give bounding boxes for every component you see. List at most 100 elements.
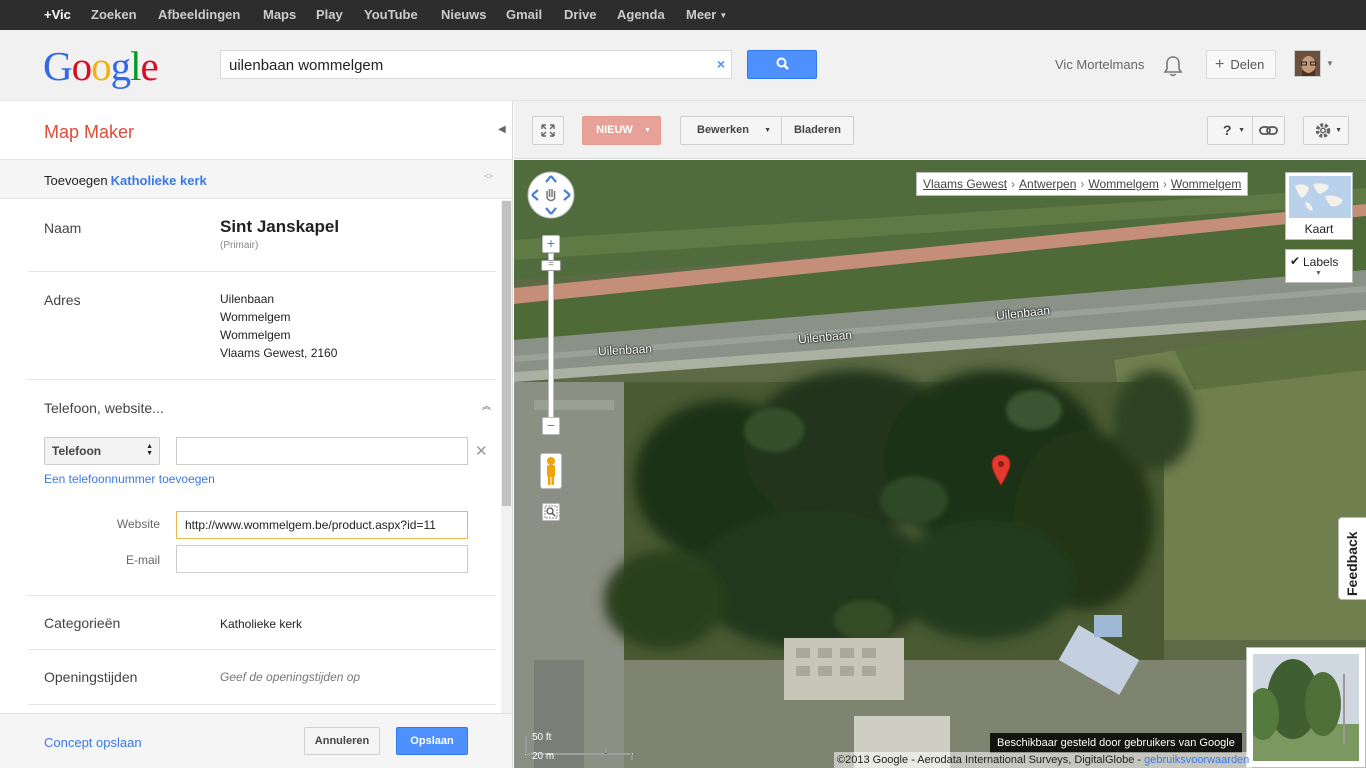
map-toolbar: NIEUW ▼ Bewerken ▼ Bladeren ? ▼ ▼ xyxy=(514,101,1366,159)
settings-button[interactable]: ▼ xyxy=(1303,116,1349,145)
new-button[interactable]: NIEUW ▼ xyxy=(582,116,661,145)
address-label: Adres xyxy=(44,292,81,308)
meer-label: Meer xyxy=(686,7,717,22)
email-input[interactable] xyxy=(176,545,468,573)
zoom-track[interactable] xyxy=(548,253,554,418)
plus-icon: + xyxy=(1215,56,1225,73)
topbar-item-meer[interactable]: Meer ▼ xyxy=(686,0,727,30)
help-icon: ? xyxy=(1223,122,1232,138)
place-name[interactable]: Sint Janskapel xyxy=(220,217,339,237)
edit-label: Bewerken xyxy=(697,124,749,136)
chevron-down-icon: ▼ xyxy=(764,127,771,134)
zoom-out-button[interactable]: − xyxy=(542,417,560,435)
cancel-button[interactable]: Annuleren xyxy=(304,727,380,755)
topbar-item-drive[interactable]: Drive xyxy=(564,0,597,30)
website-input[interactable]: http://www.wommelgem.be/product.aspx?id=… xyxy=(176,511,468,539)
scrollbar-thumb[interactable] xyxy=(502,201,511,506)
map-scale: 50 ft 20 m xyxy=(524,730,636,764)
link-icon xyxy=(1259,126,1278,135)
add-phone-link[interactable]: Een telefoonnummer toevoegen xyxy=(44,472,215,486)
edit-button[interactable]: Bewerken ▼ xyxy=(680,116,782,145)
name-primary-note: (Primair) xyxy=(220,240,259,251)
address-line: Wommelgem xyxy=(220,328,291,342)
zoom-in-button[interactable]: + xyxy=(542,235,560,253)
user-contributed-attribution: Beschikbaar gesteld door gebruikers van … xyxy=(990,733,1242,753)
street-view-photo xyxy=(1247,654,1359,761)
search-icon xyxy=(776,57,789,70)
chevron-down-icon: ▼ xyxy=(1315,270,1322,277)
topbar-item-play[interactable]: Play xyxy=(316,0,343,30)
save-button[interactable]: Opslaan xyxy=(396,727,468,755)
address-line: Uilenbaan xyxy=(220,292,275,306)
divider xyxy=(28,271,496,272)
expand-collapse-icon[interactable]: ︿ ﹀ xyxy=(484,169,493,185)
fullscreen-button[interactable] xyxy=(532,116,564,145)
map-type-toggle[interactable]: Kaart xyxy=(1285,172,1353,240)
topbar-item-maps[interactable]: Maps xyxy=(263,0,296,30)
share-button[interactable]: + Delen xyxy=(1206,50,1276,79)
user-name[interactable]: Vic Mortelmans xyxy=(1055,57,1144,72)
magnifier-icon xyxy=(544,505,558,519)
topbar-item-afbeeldingen[interactable]: Afbeeldingen xyxy=(158,0,240,30)
browse-button[interactable]: Bladeren xyxy=(781,116,854,145)
remove-phone-icon[interactable]: ✕ xyxy=(475,442,488,460)
topbar-item-plus-vic[interactable]: +Vic xyxy=(44,0,71,30)
satellite-map[interactable]: + = − Vlaams Gewest › Antwerpen › Wommelgem ›… xyxy=(514,160,1366,768)
save-draft-link[interactable]: Concept opslaan xyxy=(44,735,142,750)
chevron-up-icon[interactable]: ︽ xyxy=(482,399,491,412)
categories-label: Categorieën xyxy=(44,615,121,631)
hours-placeholder[interactable]: Geef de openingstijden op xyxy=(220,670,360,684)
feedback-tab[interactable]: Feedback xyxy=(1338,517,1366,600)
feedback-label: Feedback xyxy=(1344,531,1360,596)
notification-bell-icon[interactable] xyxy=(1162,54,1184,78)
clear-search-icon[interactable]: × xyxy=(717,56,725,72)
search-input[interactable] xyxy=(229,56,699,74)
gear-icon xyxy=(1315,123,1331,138)
add-category-link[interactable]: Katholieke kerk xyxy=(111,173,207,188)
breadcrumb-item[interactable]: Vlaams Gewest xyxy=(923,177,1007,191)
topbar-item-gmail[interactable]: Gmail xyxy=(506,0,542,30)
select-arrows-icon: ▲ ▼ xyxy=(146,443,153,457)
topbar-item-youtube[interactable]: YouTube xyxy=(364,0,418,30)
topbar-item-nieuws[interactable]: Nieuws xyxy=(441,0,487,30)
avatar[interactable] xyxy=(1294,50,1321,77)
pan-control[interactable] xyxy=(526,170,576,220)
world-map-thumbnail xyxy=(1289,176,1351,218)
phone-type-value: Telefoon xyxy=(52,444,102,458)
google-logo[interactable]: Google xyxy=(43,43,159,89)
address-line: Vlaams Gewest, 2160 xyxy=(220,346,338,360)
topbar-item-zoeken[interactable]: Zoeken xyxy=(91,0,137,30)
zoom-slider-handle[interactable]: = xyxy=(541,260,561,271)
google-top-bar: +Vic Zoeken Afbeeldingen Maps Play YouTu… xyxy=(0,0,1366,30)
street-view-pegman[interactable] xyxy=(540,453,562,489)
categories-value[interactable]: Katholieke kerk xyxy=(220,615,302,633)
topbar-item-agenda[interactable]: Agenda xyxy=(617,0,665,30)
name-label: Naam xyxy=(44,220,82,236)
account-menu-chevron-icon[interactable]: ▼ xyxy=(1326,59,1334,68)
zoom-area-button[interactable] xyxy=(542,503,560,521)
header: Google × Vic Mortelmans + Delen ▼ xyxy=(0,30,1366,101)
divider xyxy=(28,379,496,380)
phone-section-label[interactable]: Telefoon, website... xyxy=(44,400,164,416)
expand-icon xyxy=(541,124,555,137)
search-button[interactable] xyxy=(747,50,817,79)
phone-type-select[interactable]: Telefoon ▲ ▼ xyxy=(44,437,160,465)
phone-input[interactable] xyxy=(176,437,468,465)
labels-label: Labels xyxy=(1303,255,1339,269)
breadcrumb-item[interactable]: Antwerpen xyxy=(1019,177,1076,191)
email-label: E-mail xyxy=(125,553,160,567)
link-button[interactable] xyxy=(1252,116,1285,145)
location-marker-icon[interactable] xyxy=(991,454,1011,486)
pegman-icon xyxy=(547,457,555,485)
help-button[interactable]: ? ▼ xyxy=(1207,116,1253,145)
collapse-panel-icon[interactable]: ◀ xyxy=(498,124,506,135)
terms-link[interactable]: gebruiksvoorwaarden xyxy=(1144,754,1249,766)
breadcrumb-item[interactable]: Wommelgem xyxy=(1171,177,1241,191)
breadcrumb-item[interactable]: Wommelgem xyxy=(1088,177,1158,191)
street-view-thumbnail[interactable] xyxy=(1246,647,1366,768)
labels-toggle[interactable]: ✔ Labels ▼ xyxy=(1285,249,1353,283)
checkmark-icon: ✔ xyxy=(1290,254,1301,268)
address-line: Wommelgem xyxy=(220,310,291,324)
map-type-label: Kaart xyxy=(1304,222,1334,236)
address-value[interactable]: Uilenbaan Wommelgem Wommelgem Vlaams Gew… xyxy=(220,290,337,362)
